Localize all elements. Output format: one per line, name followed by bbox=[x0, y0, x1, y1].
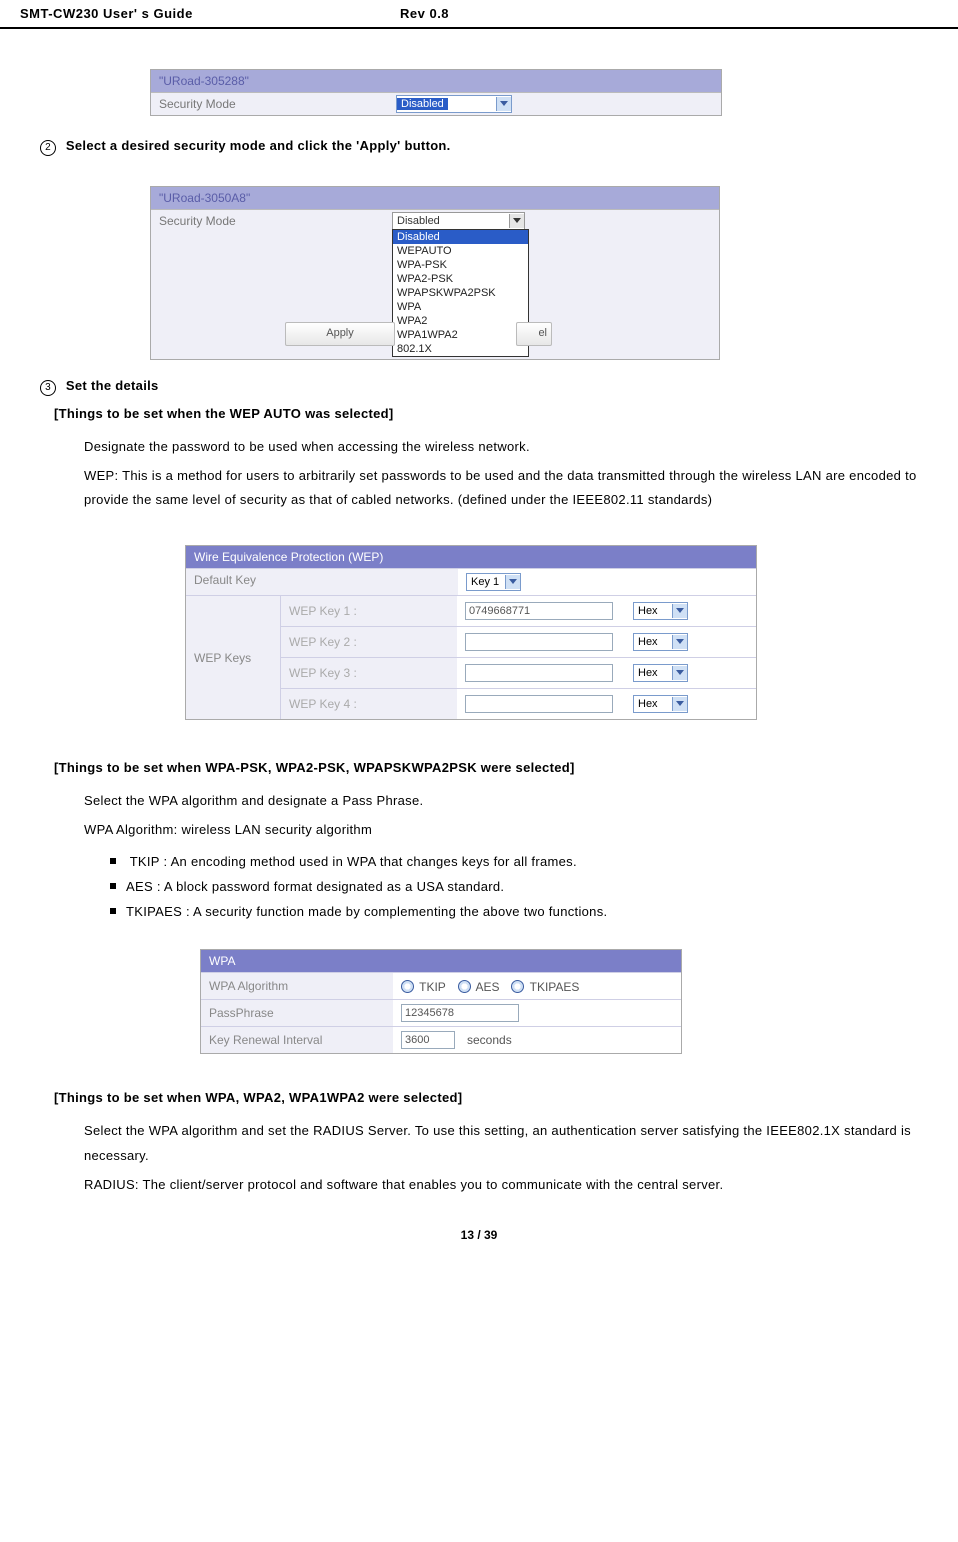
security-mode-panel-closed: "URoad-305288" Security Mode Disabled bbox=[150, 69, 722, 116]
step-2-instruction: 2 Select a desired security mode and cli… bbox=[40, 138, 918, 156]
wep-key-2-type-select[interactable]: Hex bbox=[633, 633, 688, 651]
chevron-down-icon bbox=[672, 666, 687, 680]
wpa-enterprise-p2: RADIUS: The client/server protocol and s… bbox=[84, 1173, 958, 1198]
radio-tkip[interactable] bbox=[401, 980, 414, 993]
apply-button[interactable]: Apply bbox=[285, 322, 395, 346]
wpapsk-p2: WPA Algorithm: wireless LAN security alg… bbox=[84, 818, 958, 843]
dropdown-option[interactable]: WEPAUTO bbox=[393, 244, 528, 258]
radio-aes[interactable] bbox=[458, 980, 471, 993]
step-number-2: 2 bbox=[40, 140, 56, 156]
wep-key-4-type-select[interactable]: Hex bbox=[633, 695, 688, 713]
passphrase-input[interactable] bbox=[401, 1004, 519, 1022]
wpa-settings-table: WPA WPA Algorithm TKIP AES TKIPAES PassP… bbox=[200, 949, 682, 1054]
passphrase-label: PassPhrase bbox=[201, 1000, 393, 1026]
cancel-button-fragment[interactable]: el bbox=[516, 322, 552, 346]
wpa-table-header: WPA bbox=[201, 950, 681, 972]
wep-settings-table: Wire Equivalence Protection (WEP) Defaul… bbox=[185, 545, 757, 720]
chevron-down-icon bbox=[672, 635, 687, 649]
ssid-cell-2: "URoad-3050A8" bbox=[151, 187, 719, 210]
wep-keys-label: WEP Keys bbox=[186, 596, 281, 719]
security-mode-label: Security Mode bbox=[151, 93, 392, 115]
wpapsk-heading: [Things to be set when WPA-PSK, WPA2-PSK… bbox=[54, 760, 918, 775]
step-3-instruction: 3 Set the details bbox=[40, 378, 918, 396]
wep-table-header: Wire Equivalence Protection (WEP) bbox=[186, 546, 756, 568]
default-key-value: Key 1 bbox=[467, 576, 505, 588]
wep-key-1-input[interactable] bbox=[465, 602, 613, 620]
key-renewal-label: Key Renewal Interval bbox=[201, 1027, 393, 1053]
page-number: 13 / 39 bbox=[0, 1228, 958, 1242]
wep-key-2-input[interactable] bbox=[465, 633, 613, 651]
bullet-tkip: TKIP : An encoding method used in WPA th… bbox=[110, 854, 958, 869]
wpa-enterprise-heading: [Things to be set when WPA, WPA2, WPA1WP… bbox=[54, 1090, 918, 1105]
wep-key-4-input[interactable] bbox=[465, 695, 613, 713]
security-mode-select-open[interactable]: Disabled bbox=[392, 212, 525, 230]
wep-key-3-input[interactable] bbox=[465, 664, 613, 682]
chevron-down-icon bbox=[672, 697, 687, 711]
bullet-tkipaes: TKIPAES : A security function made by co… bbox=[110, 904, 958, 919]
step-2-text: Select a desired security mode and click… bbox=[66, 138, 451, 153]
dropdown-option[interactable]: WPAPSKWPA2PSK bbox=[393, 286, 528, 300]
default-key-label: Default Key bbox=[186, 569, 458, 595]
radio-tkipaes[interactable] bbox=[511, 980, 524, 993]
dropdown-option[interactable]: WPA bbox=[393, 300, 528, 314]
bullet-aes: AES : A block password format designated… bbox=[110, 879, 958, 894]
radio-aes-label: AES bbox=[475, 980, 499, 994]
wep-heading: [Things to be set when the WEP AUTO was … bbox=[54, 406, 918, 421]
security-mode-select[interactable]: Disabled bbox=[396, 95, 512, 113]
wpa-enterprise-p1: Select the WPA algorithm and set the RAD… bbox=[84, 1119, 958, 1168]
step-3-text: Set the details bbox=[66, 378, 159, 393]
security-mode-panel-open: "URoad-3050A8" Security Mode Disabled Di… bbox=[150, 186, 720, 408]
dropdown-option[interactable]: WPA-PSK bbox=[393, 258, 528, 272]
key-renewal-unit: seconds bbox=[467, 1033, 512, 1047]
wep-key-3-type-select[interactable]: Hex bbox=[633, 664, 688, 682]
default-key-select[interactable]: Key 1 bbox=[466, 573, 521, 591]
chevron-down-icon bbox=[496, 97, 511, 111]
key-renewal-input[interactable] bbox=[401, 1031, 455, 1049]
wep-key-1-type-select[interactable]: Hex bbox=[633, 602, 688, 620]
wep-key-2-label: WEP Key 2 : bbox=[281, 627, 457, 657]
wep-paragraph-1: Designate the password to be used when a… bbox=[84, 435, 958, 460]
algorithm-bullets: TKIP : An encoding method used in WPA th… bbox=[110, 854, 958, 919]
wep-key-4-label: WEP Key 4 : bbox=[281, 689, 457, 719]
radio-tkipaes-label: TKIPAES bbox=[530, 980, 580, 994]
doc-header: SMT-CW230 User' s Guide Rev 0.8 bbox=[0, 0, 958, 25]
wpa-algorithm-label: WPA Algorithm bbox=[201, 973, 393, 999]
radio-tkip-label: TKIP bbox=[419, 980, 446, 994]
chevron-down-icon bbox=[505, 575, 520, 589]
chevron-down-icon bbox=[509, 214, 524, 228]
doc-revision: Rev 0.8 bbox=[320, 6, 560, 21]
wep-paragraph-2: WEP: This is a method for users to arbit… bbox=[84, 464, 958, 513]
chevron-down-icon bbox=[672, 604, 687, 618]
wep-key-3-label: WEP Key 3 : bbox=[281, 658, 457, 688]
doc-title: SMT-CW230 User' s Guide bbox=[20, 6, 320, 21]
dropdown-option[interactable]: WPA2-PSK bbox=[393, 272, 528, 286]
dropdown-option[interactable]: Disabled bbox=[393, 230, 528, 244]
header-rule bbox=[0, 27, 958, 29]
security-mode-current: Disabled bbox=[393, 215, 509, 227]
wpapsk-p1: Select the WPA algorithm and designate a… bbox=[84, 789, 958, 814]
security-mode-value: Disabled bbox=[397, 98, 448, 110]
step-number-3: 3 bbox=[40, 380, 56, 396]
ssid-cell: "URoad-305288" bbox=[151, 70, 721, 93]
wep-key-1-label: WEP Key 1 : bbox=[281, 596, 457, 626]
